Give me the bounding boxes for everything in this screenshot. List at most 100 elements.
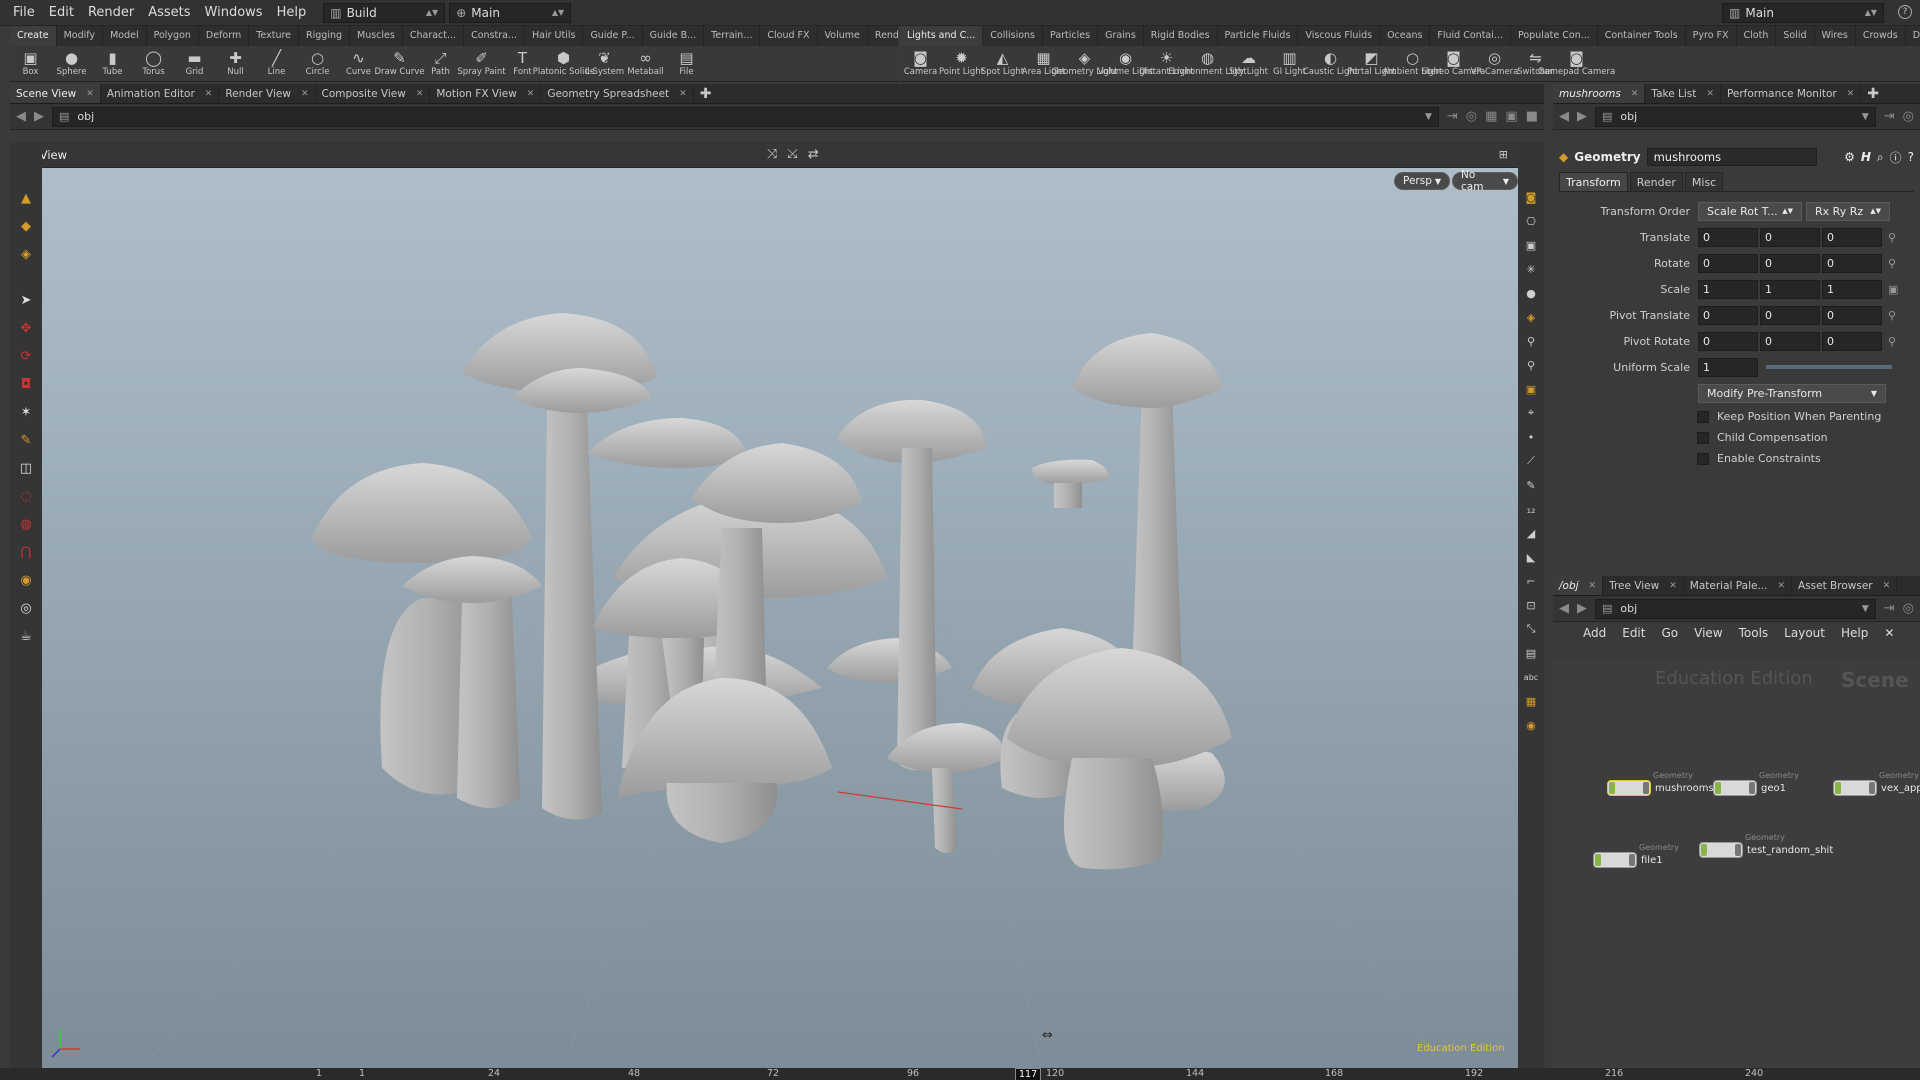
shelf-tab-hair-utils[interactable]: Hair Utils bbox=[525, 26, 584, 46]
shelf-tab-fluid-containers[interactable]: Fluid Contai... bbox=[1430, 26, 1511, 46]
menu-edit[interactable]: Edit bbox=[42, 5, 81, 20]
node-body[interactable] bbox=[1607, 780, 1651, 796]
back-arrow-icon[interactable]: ◀ bbox=[16, 109, 26, 124]
context-selector[interactable]: ⊕ Main ▲▼ bbox=[449, 2, 572, 23]
draw-curve-tool[interactable]: ✎ Draw Curve bbox=[375, 46, 425, 81]
magnet-icon[interactable]: ⋂ bbox=[15, 541, 37, 563]
display-pen-icon[interactable]: ✎ bbox=[1522, 475, 1540, 495]
gear-icon[interactable]: ⚙ bbox=[1844, 150, 1855, 164]
brush-tool-icon[interactable]: ✎ bbox=[15, 429, 37, 451]
back-arrow-icon[interactable]: ◀ bbox=[1559, 109, 1569, 124]
checkbox-box[interactable] bbox=[1697, 410, 1709, 423]
menu-help[interactable]: Help bbox=[270, 5, 314, 20]
shelf-tab-grains[interactable]: Grains bbox=[1098, 26, 1144, 46]
net-menu-layout[interactable]: Layout bbox=[1784, 626, 1825, 640]
pivot-rotate-y-field[interactable]: 0 bbox=[1760, 331, 1820, 351]
node-body[interactable] bbox=[1713, 780, 1757, 796]
vector-icon[interactable]: ⤡ bbox=[1522, 619, 1540, 639]
vr-camera-tool[interactable]: ◎ VR Camera bbox=[1471, 46, 1519, 81]
close-icon[interactable]: ✕ bbox=[1669, 581, 1677, 591]
tab-geometry-spreadsheet[interactable]: Geometry Spreadsheet ✕ bbox=[541, 84, 694, 103]
display-mode-icon[interactable]: ⊞ bbox=[1499, 148, 1508, 161]
link-icon[interactable]: ◎ bbox=[1466, 109, 1477, 124]
net-menu-help[interactable]: Help bbox=[1841, 626, 1868, 640]
pin-icon[interactable]: ⇥ bbox=[1884, 109, 1895, 124]
shelf-tab-crowds[interactable]: Crowds bbox=[1856, 26, 1906, 46]
shelf-tab-modify[interactable]: Modify bbox=[57, 26, 104, 46]
add-tab-icon[interactable]: ✚ bbox=[1861, 84, 1885, 103]
l-system-tool[interactable]: ❦ L-System bbox=[584, 46, 625, 81]
rotate-tool-icon[interactable]: ⟳ bbox=[15, 345, 37, 367]
camera-button[interactable]: No cam ▼ bbox=[1452, 169, 1518, 193]
keep-position-checkbox[interactable]: Keep Position When Parenting bbox=[1553, 406, 1920, 427]
environment-light-tool[interactable]: ◍ Environment Light bbox=[1168, 46, 1246, 81]
transform-order-select[interactable]: Scale Rot T... ▲▼ bbox=[1698, 201, 1802, 221]
tab-render-view[interactable]: Render View ✕ bbox=[219, 84, 316, 103]
light-bulb-icon[interactable]: ◉ bbox=[1522, 715, 1540, 735]
modify-pre-transform-menu[interactable]: Modify Pre-Transform ▼ bbox=[1698, 383, 1886, 403]
link-icon[interactable]: ◎ bbox=[1903, 601, 1914, 616]
scale-y-field[interactable]: 1 bbox=[1760, 279, 1820, 299]
pose-tool-icon[interactable]: ✶ bbox=[15, 401, 37, 423]
shelf-tab-particle-fluids[interactable]: Particle Fluids bbox=[1218, 26, 1299, 46]
close-icon[interactable]: ✕ bbox=[679, 89, 687, 99]
menu-render[interactable]: Render bbox=[81, 5, 141, 20]
shelf-tab-model[interactable]: Model bbox=[103, 26, 147, 46]
shelf-tab-container-tools[interactable]: Container Tools bbox=[1598, 26, 1686, 46]
visibility-icon[interactable]: ⚲ bbox=[1522, 331, 1540, 351]
net-menu-view[interactable]: View bbox=[1694, 626, 1722, 640]
camera-tool-icon[interactable]: ◎ bbox=[15, 597, 37, 619]
enable-constraints-checkbox[interactable]: Enable Constraints bbox=[1553, 448, 1920, 469]
node-mushrooms[interactable]: Geometry mushrooms bbox=[1607, 771, 1714, 796]
tab-mushrooms[interactable]: mushrooms ✕ bbox=[1553, 84, 1646, 103]
caustic-light-tool[interactable]: ◐ Caustic Light bbox=[1303, 46, 1358, 81]
grid-tool[interactable]: ▬ Grid bbox=[174, 46, 215, 81]
shelf-tab-volume[interactable]: Volume bbox=[818, 26, 868, 46]
current-frame-marker[interactable]: 117 bbox=[1015, 1068, 1042, 1080]
render-region-icon[interactable]: ☕ bbox=[15, 625, 37, 647]
node-geo1[interactable]: Geometry geo1 bbox=[1713, 771, 1799, 796]
node-test-random-shit[interactable]: Geometry test_random_shit bbox=[1699, 833, 1833, 858]
right-desktop-selector[interactable]: ▥ Main ▲▼ bbox=[1722, 2, 1884, 23]
timeline[interactable]: 1 1 24 48 72 96 120 144 168 192 216 117 … bbox=[0, 1068, 1920, 1080]
shelf-tab-pyro-fx[interactable]: Pyro FX bbox=[1686, 26, 1737, 46]
chevron-down-icon[interactable]: ▼ bbox=[1862, 112, 1869, 122]
view-tool-icon[interactable]: ◉ bbox=[15, 569, 37, 591]
tab-performance-monitor[interactable]: Performance Monitor ✕ bbox=[1721, 84, 1862, 103]
wireframe-icon[interactable]: ⌖ bbox=[1522, 403, 1540, 423]
shelf-tab-characters[interactable]: Charact... bbox=[403, 26, 465, 46]
lock-icon[interactable]: ⎔ bbox=[1522, 211, 1540, 231]
node-body[interactable] bbox=[1833, 780, 1877, 796]
file-tool[interactable]: ▤ File bbox=[666, 46, 707, 81]
menu-file[interactable]: File bbox=[6, 5, 42, 20]
channel-icon[interactable]: ▣ bbox=[1888, 283, 1898, 296]
line-tool[interactable]: ╱ Line bbox=[256, 46, 297, 81]
close-icon[interactable]: ✕ bbox=[1777, 581, 1785, 591]
prim-normals-icon[interactable]: ◢ bbox=[1522, 523, 1540, 543]
shelf-tab-populate-containers[interactable]: Populate Con... bbox=[1511, 26, 1598, 46]
pivot-translate-y-field[interactable]: 0 bbox=[1760, 305, 1820, 325]
torus-tool[interactable]: ◯ Torus bbox=[133, 46, 174, 81]
scene-path-field[interactable]: ▤ obj ▼ bbox=[52, 106, 1439, 127]
snap-icon[interactable]: ⇄ bbox=[808, 147, 819, 162]
uniform-scale-slider[interactable] bbox=[1766, 365, 1892, 369]
rotate-y-field[interactable]: 0 bbox=[1760, 253, 1820, 273]
info-icon[interactable]: ⓘ bbox=[1890, 149, 1902, 166]
shelf-tab-particles[interactable]: Particles bbox=[1043, 26, 1099, 46]
display-geometry-icon[interactable]: ▣ bbox=[1522, 379, 1540, 399]
forward-arrow-icon[interactable]: ▶ bbox=[1577, 601, 1587, 616]
shelf-tab-guide-process[interactable]: Guide P... bbox=[583, 26, 643, 46]
add-tab-icon[interactable]: ✚ bbox=[694, 84, 718, 103]
chevron-down-icon[interactable]: ▼ bbox=[1425, 112, 1432, 122]
checkbox-box[interactable] bbox=[1697, 431, 1709, 444]
help-icon[interactable]: ? bbox=[1898, 5, 1912, 19]
back-arrow-icon[interactable]: ◀ bbox=[1559, 601, 1569, 616]
uv-icon[interactable]: ◣ bbox=[1522, 547, 1540, 567]
shelf-tab-guide-brushes[interactable]: Guide B... bbox=[643, 26, 705, 46]
node-body[interactable] bbox=[1699, 842, 1743, 858]
shelf-tab-texture[interactable]: Texture bbox=[249, 26, 300, 46]
pin-icon[interactable]: ⇥ bbox=[1447, 109, 1458, 124]
lasso-tool-icon[interactable]: ◌ bbox=[15, 485, 37, 507]
tab-obj[interactable]: /obj ✕ bbox=[1553, 576, 1604, 595]
checkbox-box[interactable] bbox=[1697, 452, 1709, 465]
